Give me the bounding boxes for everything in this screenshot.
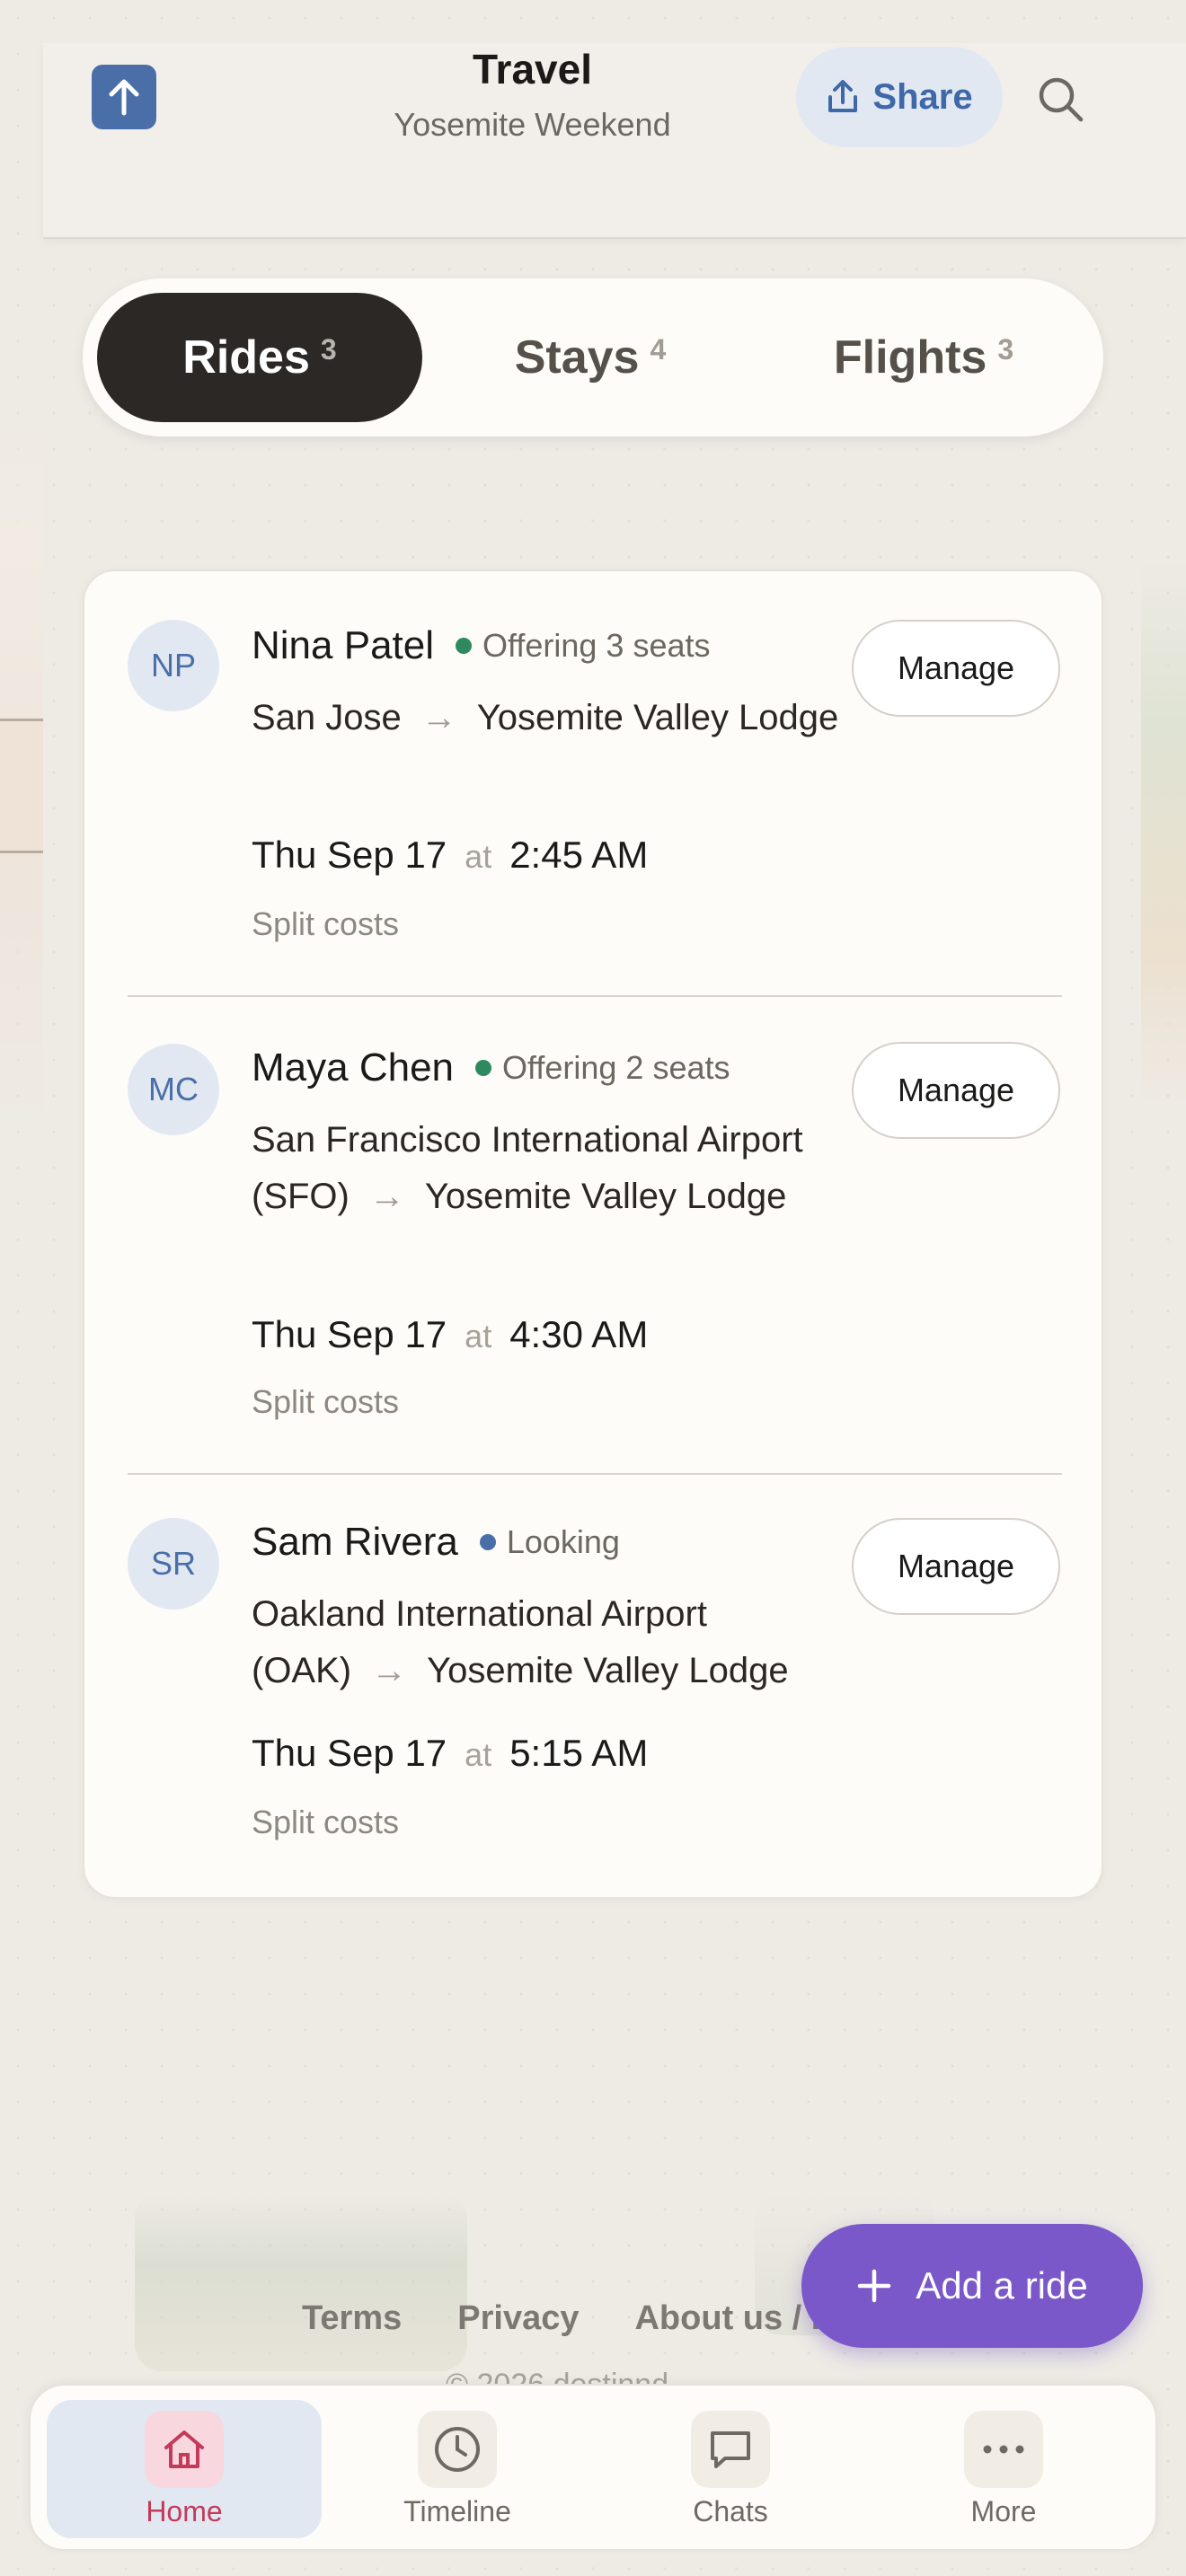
search-button[interactable] — [1033, 72, 1087, 126]
tab-flights[interactable]: Flights 3 — [758, 293, 1089, 422]
status-badge: Looking — [479, 1523, 620, 1561]
route-to: Yosemite Valley Lodge — [427, 1651, 789, 1690]
tab-label: Flights — [833, 331, 987, 384]
manage-button[interactable]: Manage — [852, 1518, 1060, 1615]
departure-time: Thu Sep 17 at 4:30 AM — [252, 1313, 648, 1356]
tab-label: Stays — [514, 331, 640, 384]
status-dot-icon — [479, 1534, 496, 1550]
ride-date: Thu Sep 17 — [252, 1313, 447, 1355]
ride-time: 2:45 AM — [509, 834, 649, 876]
nav-chats[interactable]: Chats — [593, 2400, 868, 2538]
driver-name: Nina Patel — [252, 623, 435, 667]
page-title: Travel — [473, 46, 592, 93]
ride-date: Thu Sep 17 — [252, 834, 447, 876]
tab-count: 4 — [650, 332, 667, 366]
ride-date: Thu Sep 17 — [252, 1732, 447, 1774]
avatar: SR — [128, 1518, 219, 1610]
manage-button[interactable]: Manage — [852, 1042, 1060, 1139]
chat-icon — [691, 2410, 770, 2488]
category-tabs: Rides 3 Stays 4 Flights 3 — [83, 278, 1103, 437]
share-icon — [828, 80, 858, 112]
about-link[interactable]: About us / F — [634, 2299, 832, 2338]
ride-header: Nina Patel Offering 3 seats — [252, 623, 711, 668]
ride-header: Maya Chen Offering 2 seats — [252, 1045, 730, 1090]
status-dot-icon — [456, 638, 473, 654]
plus-icon — [858, 2269, 891, 2303]
nav-label: Timeline — [403, 2494, 511, 2527]
route-from: San Jose — [252, 698, 402, 737]
tab-label: Rides — [182, 331, 310, 384]
tab-stays[interactable]: Stays 4 — [428, 293, 753, 422]
ride-header: Sam Rivera Looking — [252, 1520, 620, 1565]
add-ride-button[interactable]: Add a ride — [801, 2224, 1143, 2348]
share-button[interactable]: Share — [796, 47, 1003, 147]
at-label: at — [465, 1318, 492, 1354]
search-icon — [1039, 77, 1084, 122]
nav-label: More — [970, 2494, 1037, 2527]
arrow-up-icon — [109, 79, 139, 116]
cost-note: Split costs — [252, 1804, 400, 1840]
route-to: Yosemite Valley Lodge — [476, 698, 839, 737]
route: Oakland International Airport (OAK) → Yose… — [252, 1586, 845, 1699]
arrow-right-icon: → — [420, 698, 457, 737]
ride-item: NP Nina Patel Offering 3 seats San Jose →… — [84, 571, 1105, 997]
add-ride-label: Add a ride — [916, 2264, 1088, 2307]
departure-time: Thu Sep 17 at 2:45 AM — [252, 834, 648, 877]
arrow-right-icon: → — [371, 1651, 408, 1690]
car-illustration — [0, 719, 43, 853]
tab-count: 3 — [320, 332, 337, 366]
driver-name: Sam Rivera — [252, 1520, 458, 1564]
route-to: Yosemite Valley Lodge — [424, 1177, 787, 1216]
status-text: Looking — [506, 1523, 620, 1560]
nav-label: Home — [146, 2494, 223, 2527]
share-label: Share — [872, 76, 973, 117]
terms-link[interactable]: Terms — [302, 2299, 402, 2338]
route: San Jose → Yosemite Valley Lodge — [252, 690, 845, 746]
background-illustration-right — [1141, 557, 1186, 1114]
route: San Francisco International Airport (SFO… — [252, 1112, 845, 1225]
status-text: Offering 3 seats — [482, 627, 711, 664]
nav-timeline[interactable]: Timeline — [320, 2400, 595, 2538]
cost-note: Split costs — [252, 905, 400, 942]
tab-rides[interactable]: Rides 3 — [97, 293, 422, 422]
hikers-illustration — [135, 2192, 467, 2371]
ride-time: 4:30 AM — [509, 1313, 649, 1355]
status-badge: Offering 3 seats — [456, 627, 711, 665]
at-label: at — [465, 1736, 492, 1773]
clock-icon — [418, 2410, 497, 2488]
arrow-right-icon: → — [368, 1177, 405, 1216]
ride-time: 5:15 AM — [509, 1732, 649, 1774]
at-label: at — [465, 838, 492, 875]
footer-links: Terms Privacy About us / F — [302, 2299, 832, 2338]
nav-more[interactable]: More — [866, 2400, 1141, 2538]
nav-home[interactable]: Home — [47, 2400, 322, 2538]
privacy-link[interactable]: Privacy — [457, 2299, 579, 2338]
status-dot-icon — [475, 1060, 492, 1076]
trip-name: Yosemite Weekend — [394, 106, 671, 143]
background-illustration-left — [0, 395, 43, 1168]
status-badge: Offering 2 seats — [475, 1049, 730, 1087]
home-icon — [145, 2410, 224, 2488]
avatar: NP — [128, 620, 219, 711]
back-button[interactable] — [92, 65, 156, 129]
departure-time: Thu Sep 17 at 5:15 AM — [252, 1732, 648, 1775]
status-text: Offering 2 seats — [502, 1049, 730, 1086]
driver-name: Maya Chen — [252, 1045, 455, 1090]
manage-button[interactable]: Manage — [852, 620, 1060, 717]
cost-note: Split costs — [252, 1383, 400, 1420]
avatar: MC — [128, 1044, 219, 1135]
tab-count: 3 — [997, 332, 1014, 366]
rides-list-card: NP Nina Patel Offering 3 seats San Jose →… — [83, 569, 1103, 1899]
nav-label: Chats — [693, 2494, 768, 2527]
ride-item: SR Sam Rivera Looking Oakland Internatio… — [84, 1475, 1105, 1901]
bottom-nav: Home Timeline Chats More — [29, 2384, 1157, 2551]
ride-item: MC Maya Chen Offering 2 seats San Franci… — [84, 997, 1105, 1475]
more-icon — [964, 2410, 1043, 2488]
